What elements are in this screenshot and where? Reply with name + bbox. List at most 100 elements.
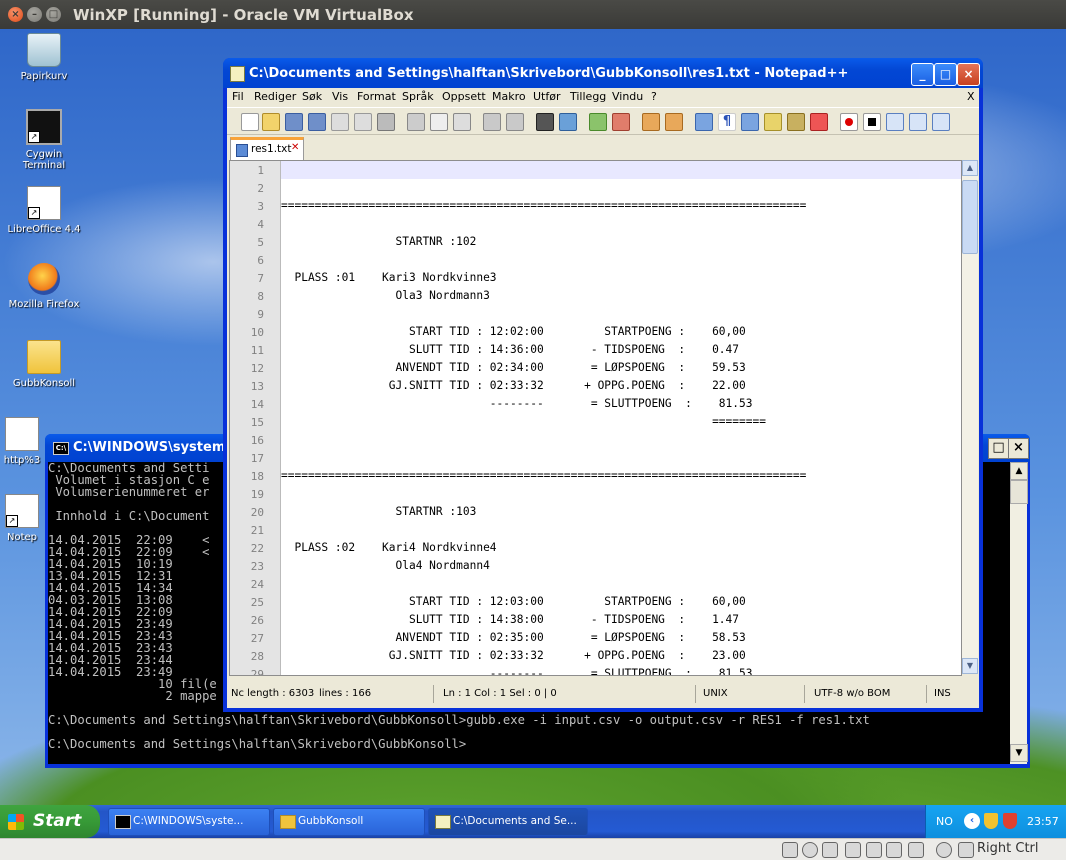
function-list-icon[interactable] xyxy=(810,113,828,131)
language-indicator[interactable]: NO xyxy=(936,815,953,828)
zoom-in-icon[interactable] xyxy=(589,113,607,131)
menu-tillegg[interactable]: Tillegg xyxy=(570,90,606,103)
cut-icon[interactable] xyxy=(407,113,425,131)
line-number: 28 xyxy=(250,650,264,663)
menu-format[interactable]: Format xyxy=(357,90,396,103)
npp-vertical-scrollbar[interactable]: ▲ ▼ xyxy=(962,160,978,674)
usb-icon[interactable] xyxy=(845,842,861,858)
npp-title-bar[interactable]: C:\Documents and Settings\halftan\Skrive… xyxy=(223,58,983,88)
document-icon: ↗ xyxy=(5,494,39,528)
taskbar-button-notepadpp[interactable]: C:\Documents and Se... xyxy=(428,808,588,836)
editor-text[interactable]: ========================================… xyxy=(281,161,961,675)
menu-rediger[interactable]: Rediger xyxy=(254,90,296,103)
start-button[interactable]: Start xyxy=(0,805,100,838)
print-icon[interactable] xyxy=(377,113,395,131)
mouse-integration-icon[interactable] xyxy=(936,842,952,858)
cmd-maximize-button[interactable]: □ xyxy=(988,438,1009,459)
menu-oppsett[interactable]: Oppsett xyxy=(442,90,486,103)
taskbar-button-gubbkonsoll[interactable]: GubbKonsoll xyxy=(273,808,425,836)
doc-map-icon[interactable] xyxy=(787,113,805,131)
zoom-out-icon[interactable] xyxy=(612,113,630,131)
menu-utfor[interactable]: Utfør xyxy=(533,90,561,103)
cmd-scrollbar[interactable]: ▲ ▼ xyxy=(1010,462,1028,764)
keyboard-capture-icon[interactable] xyxy=(958,842,974,858)
display-icon[interactable] xyxy=(886,842,902,858)
npp-maximize-button[interactable]: □ xyxy=(934,63,957,86)
save-all-icon[interactable] xyxy=(308,113,326,131)
code-line: STARTNR :103 xyxy=(281,505,477,518)
open-file-icon[interactable] xyxy=(262,113,280,131)
status-eol: UNIX xyxy=(703,688,728,699)
npp-close-button[interactable]: × xyxy=(957,63,980,86)
replace-icon[interactable] xyxy=(559,113,577,131)
indent-guide-icon[interactable] xyxy=(741,113,759,131)
video-capture-icon[interactable] xyxy=(908,842,924,858)
line-number: 27 xyxy=(250,632,264,645)
word-wrap-icon[interactable] xyxy=(695,113,713,131)
npp-minimize-button[interactable]: _ xyxy=(911,63,934,86)
desktop-icon-cygwin[interactable]: ↗ Cygwin Terminal xyxy=(6,109,82,171)
line-number: 18 xyxy=(250,470,264,483)
menu-sprak[interactable]: Språk xyxy=(402,90,434,103)
scroll-down-arrow-icon[interactable]: ▼ xyxy=(962,658,978,674)
paste-icon[interactable] xyxy=(453,113,471,131)
line-number: 25 xyxy=(250,596,264,609)
code-line: ANVENDT TID : 02:35:00 = LØPSPOENG : 58.… xyxy=(281,631,746,644)
line-number: 3 xyxy=(257,200,264,213)
host-close-button[interactable]: × xyxy=(8,7,23,22)
close-file-icon[interactable] xyxy=(331,113,349,131)
cmd-scroll-thumb[interactable] xyxy=(1010,480,1028,504)
npp-scroll-thumb[interactable] xyxy=(962,180,978,254)
desktop-icon-recycle-bin[interactable]: Papirkurv xyxy=(6,33,82,82)
code-line: PLASS :01 Kari3 Nordkvinne3 xyxy=(281,271,497,284)
menu-makro[interactable]: Makro xyxy=(492,90,526,103)
desktop-icon-libreoffice[interactable]: ↗ LibreOffice 4.4 xyxy=(6,186,82,235)
macro-stop-icon[interactable] xyxy=(863,113,881,131)
clock[interactable]: 23:57 xyxy=(1027,815,1059,828)
new-file-icon[interactable] xyxy=(241,113,259,131)
save-icon[interactable] xyxy=(285,113,303,131)
show-all-chars-icon[interactable]: ¶ xyxy=(718,113,736,131)
tab-res1[interactable]: res1.txt ✕ xyxy=(230,137,304,160)
notepadpp-window[interactable]: C:\Documents and Settings\halftan\Skrive… xyxy=(223,58,983,712)
line-number: 11 xyxy=(250,344,264,357)
udl-icon[interactable] xyxy=(764,113,782,131)
menu-vis[interactable]: Vis xyxy=(332,90,348,103)
sync-vertical-icon[interactable] xyxy=(642,113,660,131)
macro-play-icon[interactable] xyxy=(886,113,904,131)
security-shield-icon[interactable] xyxy=(984,813,998,829)
tab-close-icon[interactable]: ✕ xyxy=(291,142,299,153)
cmd-close-button[interactable]: × xyxy=(1008,438,1029,459)
scroll-down-arrow-icon[interactable]: ▼ xyxy=(1010,744,1028,762)
find-icon[interactable] xyxy=(536,113,554,131)
sync-horizontal-icon[interactable] xyxy=(665,113,683,131)
menu-help[interactable]: ? xyxy=(651,90,657,103)
menu-sok[interactable]: Søk xyxy=(302,90,322,103)
host-maximize-button[interactable]: □ xyxy=(46,7,61,22)
npp-editor[interactable]: 1 2 3 4 5 6 7 8 9 10 11 12 13 14 15 16 17 18 19 20 21 22 23 24 2… xyxy=(229,160,962,676)
desktop-icon-firefox[interactable]: Mozilla Firefox xyxy=(6,263,82,310)
optical-drive-icon[interactable] xyxy=(802,842,818,858)
shared-folders-icon[interactable] xyxy=(866,842,882,858)
network-icon[interactable] xyxy=(822,842,838,858)
scroll-up-arrow-icon[interactable]: ▲ xyxy=(1010,462,1028,480)
line-number: 15 xyxy=(250,416,264,429)
hard-disk-icon[interactable] xyxy=(782,842,798,858)
redo-icon[interactable] xyxy=(506,113,524,131)
menu-vindu[interactable]: Vindu xyxy=(612,90,643,103)
menu-fil[interactable]: Fil xyxy=(232,90,244,103)
macro-play-multiple-icon[interactable] xyxy=(909,113,927,131)
desktop-icon-gubbkonsoll[interactable]: GubbKonsoll xyxy=(6,340,82,389)
taskbar-button-cmd[interactable]: C:\WINDOWS\syste... xyxy=(108,808,270,836)
copy-icon[interactable] xyxy=(430,113,448,131)
macro-record-icon[interactable] xyxy=(840,113,858,131)
menu-close-document[interactable]: X xyxy=(967,90,975,103)
minimize-icon: _ xyxy=(919,67,926,81)
host-minimize-button[interactable]: – xyxy=(27,7,42,22)
scroll-up-arrow-icon[interactable]: ▲ xyxy=(962,160,978,176)
undo-icon[interactable] xyxy=(483,113,501,131)
macro-save-icon[interactable] xyxy=(932,113,950,131)
chevron-left-icon[interactable]: ‹ xyxy=(964,813,980,829)
close-all-icon[interactable] xyxy=(354,113,372,131)
antivirus-icon[interactable] xyxy=(1003,813,1017,829)
